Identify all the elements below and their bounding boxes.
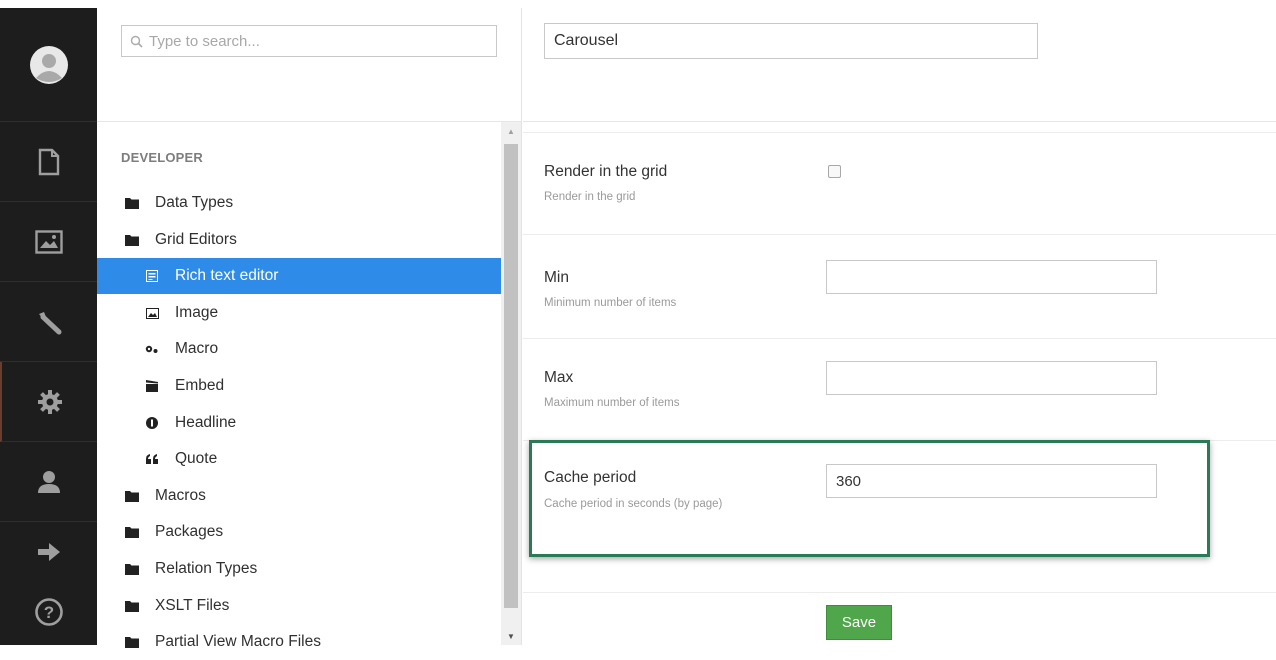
folder-icon xyxy=(123,563,141,575)
avatar[interactable] xyxy=(0,8,97,122)
tree-item-xslt-files[interactable]: XSLT Files xyxy=(97,588,501,624)
nav-logout[interactable] xyxy=(0,522,97,582)
tree-item-grid-editors[interactable]: Grid Editors xyxy=(97,222,501,258)
app-sidebar: ? xyxy=(0,8,97,645)
nav-media[interactable] xyxy=(0,202,97,282)
tree-item-macros[interactable]: Macros xyxy=(97,478,501,514)
tree-item-packages[interactable]: Packages xyxy=(97,514,501,550)
tree-item-quote[interactable]: Quote xyxy=(97,441,501,477)
nav-users[interactable] xyxy=(0,442,97,522)
property-description: Cache period in seconds (by page) xyxy=(544,498,723,510)
tree-item-label: Grid Editors xyxy=(155,231,237,248)
document-icon xyxy=(38,148,59,175)
tree-item-embed[interactable]: Embed xyxy=(97,368,501,404)
gears-icon xyxy=(143,344,161,354)
property-description: Minimum number of items xyxy=(544,297,677,309)
arrow-right-icon xyxy=(37,543,60,561)
tree-item-rich-text-editor[interactable]: Rich text editor xyxy=(97,258,501,294)
tree-scrollbar[interactable]: ▲ ▼ xyxy=(501,122,521,645)
property-label: Render in the grid xyxy=(544,163,668,180)
name-input[interactable] xyxy=(544,23,1038,59)
nav-developer[interactable] xyxy=(0,362,97,442)
scroll-up-arrow[interactable]: ▲ xyxy=(501,122,521,140)
tree-item-label: Packages xyxy=(155,523,224,540)
rich-text-icon xyxy=(143,270,161,282)
footer-divider xyxy=(523,592,1276,593)
tree-item-label: Headline xyxy=(175,414,237,431)
quote-icon xyxy=(143,454,161,464)
cache-period-input[interactable] xyxy=(826,464,1157,498)
property-max: Max Maximum number of items xyxy=(523,338,1276,440)
tree-item-partial-view-macro-files[interactable]: Partial View Macro Files xyxy=(97,624,501,660)
tree-item-label: Embed xyxy=(175,377,225,394)
wrench-icon xyxy=(38,311,61,334)
folder-icon xyxy=(123,234,141,246)
tree-panel: DEVELOPER Data Types Grid Editors Rich tex… xyxy=(97,8,522,650)
clapperboard-icon xyxy=(143,380,161,392)
scroll-down-arrow[interactable]: ▼ xyxy=(501,627,521,645)
max-input[interactable] xyxy=(826,361,1157,395)
tree-item-label: Data Types xyxy=(155,194,234,211)
render-grid-checkbox[interactable] xyxy=(828,165,841,178)
help-icon: ? xyxy=(34,598,63,626)
property-cache-period: Cache period Cache period in seconds (by… xyxy=(523,440,1276,556)
min-input[interactable] xyxy=(826,260,1157,294)
folder-icon xyxy=(123,526,141,538)
tree-section-title: DEVELOPER xyxy=(121,150,203,165)
property-description: Render in the grid xyxy=(544,191,636,203)
folder-icon xyxy=(123,600,141,612)
tree-header xyxy=(97,8,521,122)
image-icon xyxy=(34,229,63,254)
property-render-grid: Render in the grid Render in the grid xyxy=(523,132,1276,234)
folder-icon xyxy=(123,490,141,502)
property-min: Min Minimum number of items xyxy=(523,234,1276,338)
nav-content[interactable] xyxy=(0,122,97,202)
tree-item-label: Rich text editor xyxy=(175,267,279,284)
svg-text:?: ? xyxy=(43,603,53,622)
search-input[interactable] xyxy=(149,32,479,50)
folder-icon xyxy=(123,197,141,209)
scroll-thumb[interactable] xyxy=(504,144,518,608)
save-button[interactable]: Save xyxy=(826,605,892,640)
tree-item-label: Macros xyxy=(155,487,206,504)
property-label: Max xyxy=(544,369,574,386)
tree-item-label: Partial View Macro Files xyxy=(155,633,321,650)
property-label: Cache period xyxy=(544,469,637,486)
editor-header xyxy=(523,8,1276,122)
tree-item-label: Quote xyxy=(175,450,218,467)
folder-icon xyxy=(123,636,141,648)
property-label: Min xyxy=(544,269,569,286)
tree-item-macro[interactable]: Macro xyxy=(97,331,501,367)
tree-item-image[interactable]: Image xyxy=(97,295,501,331)
search-box[interactable] xyxy=(121,25,497,57)
tree-item-data-types[interactable]: Data Types xyxy=(97,185,501,221)
tree-item-headline[interactable]: Headline xyxy=(97,405,501,441)
headline-icon xyxy=(143,417,161,429)
nav-help[interactable]: ? xyxy=(0,582,97,642)
tree-item-label: Relation Types xyxy=(155,560,258,577)
tree-item-relation-types[interactable]: Relation Types xyxy=(97,551,501,587)
user-icon xyxy=(37,470,60,493)
nav-settings[interactable] xyxy=(0,282,97,362)
tree-item-label: Macro xyxy=(175,340,219,357)
property-description: Maximum number of items xyxy=(544,397,680,409)
gear-icon xyxy=(37,389,62,414)
image-icon xyxy=(143,307,161,319)
user-avatar-icon xyxy=(29,45,68,84)
editor-panel: Render in the grid Render in the grid Mi… xyxy=(523,8,1276,645)
search-icon xyxy=(130,35,143,48)
tree-item-label: XSLT Files xyxy=(155,597,230,614)
tree-item-label: Image xyxy=(175,304,219,321)
